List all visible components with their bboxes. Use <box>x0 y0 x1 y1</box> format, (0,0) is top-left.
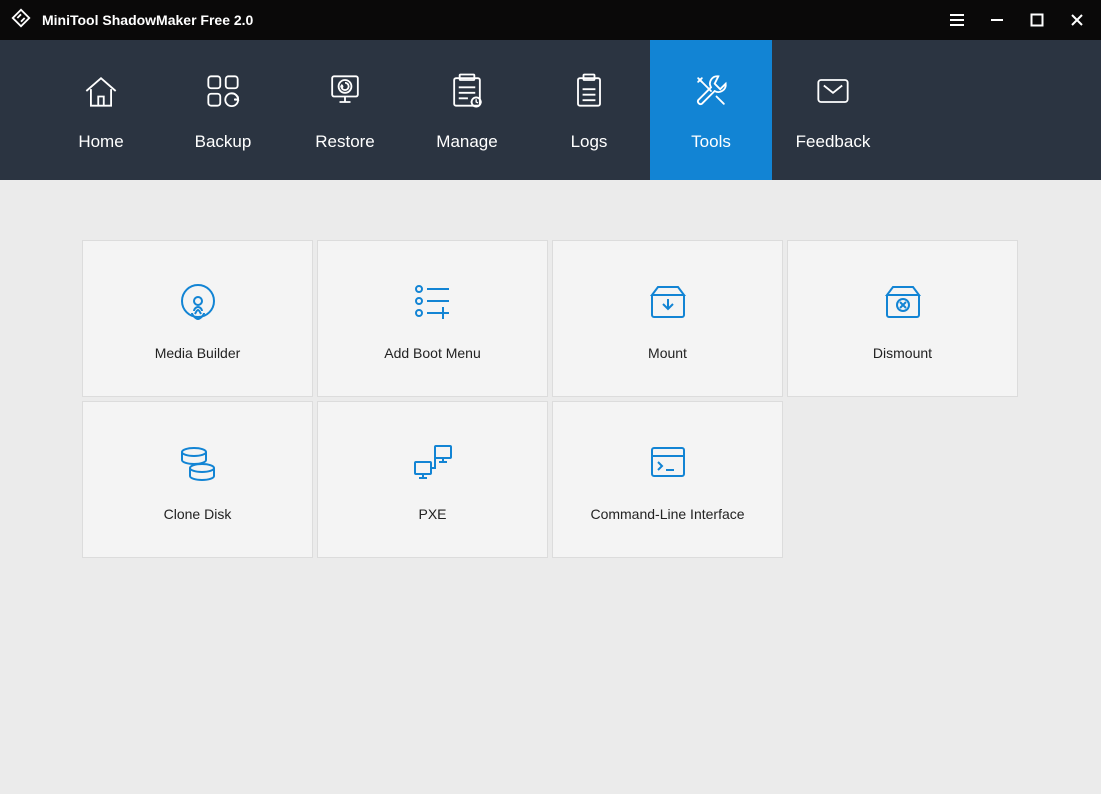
tool-mount[interactable]: Mount <box>552 240 783 397</box>
minimize-button[interactable] <box>977 0 1017 40</box>
tools-content: Media Builder Add Boot Menu <box>0 180 1101 794</box>
navbar: Home Backup Restore <box>0 40 1101 180</box>
tool-dismount[interactable]: Dismount <box>787 240 1018 397</box>
clone-disk-icon <box>174 438 222 486</box>
tools-grid: Media Builder Add Boot Menu <box>82 240 1019 558</box>
tool-label: Dismount <box>873 345 932 361</box>
nav-backup[interactable]: Backup <box>162 40 284 180</box>
home-icon <box>79 68 123 114</box>
tool-label: Mount <box>648 345 687 361</box>
nav-feedback[interactable]: Feedback <box>772 40 894 180</box>
nav-home[interactable]: Home <box>40 40 162 180</box>
nav-tools[interactable]: Tools <box>650 40 772 180</box>
mount-icon <box>644 277 692 325</box>
terminal-icon <box>644 438 692 486</box>
app-logo-icon <box>10 7 32 34</box>
nav-label: Logs <box>571 132 608 152</box>
nav-label: Backup <box>195 132 252 152</box>
hamburger-menu-button[interactable] <box>937 0 977 40</box>
tool-pxe[interactable]: PXE <box>317 401 548 558</box>
nav-spacer <box>0 40 40 180</box>
backup-icon <box>201 68 245 114</box>
maximize-button[interactable] <box>1017 0 1057 40</box>
titlebar-left: MiniTool ShadowMaker Free 2.0 <box>10 7 253 34</box>
nav-label: Restore <box>315 132 375 152</box>
close-button[interactable] <box>1057 0 1097 40</box>
nav-label: Feedback <box>796 132 871 152</box>
dismount-icon <box>879 277 927 325</box>
nav-restore[interactable]: Restore <box>284 40 406 180</box>
window-controls <box>937 0 1097 40</box>
tool-label: Add Boot Menu <box>384 345 481 361</box>
tool-label: Clone Disk <box>164 506 232 522</box>
nav-label: Home <box>78 132 123 152</box>
titlebar: MiniTool ShadowMaker Free 2.0 <box>0 0 1101 40</box>
tool-label: Command-Line Interface <box>590 506 744 522</box>
tool-media-builder[interactable]: Media Builder <box>82 240 313 397</box>
tool-add-boot-menu[interactable]: Add Boot Menu <box>317 240 548 397</box>
tools-icon <box>689 68 733 114</box>
tool-clone-disk[interactable]: Clone Disk <box>82 401 313 558</box>
add-boot-menu-icon <box>409 277 457 325</box>
nav-manage[interactable]: Manage <box>406 40 528 180</box>
media-builder-icon <box>174 277 222 325</box>
nav-label: Tools <box>691 132 731 152</box>
logs-icon <box>567 68 611 114</box>
manage-icon <box>445 68 489 114</box>
feedback-icon <box>811 68 855 114</box>
tool-cli[interactable]: Command-Line Interface <box>552 401 783 558</box>
nav-logs[interactable]: Logs <box>528 40 650 180</box>
nav-label: Manage <box>436 132 497 152</box>
app-title: MiniTool ShadowMaker Free 2.0 <box>42 12 253 28</box>
tool-label: PXE <box>418 506 446 522</box>
restore-icon <box>323 68 367 114</box>
pxe-icon <box>409 438 457 486</box>
tool-label: Media Builder <box>155 345 241 361</box>
